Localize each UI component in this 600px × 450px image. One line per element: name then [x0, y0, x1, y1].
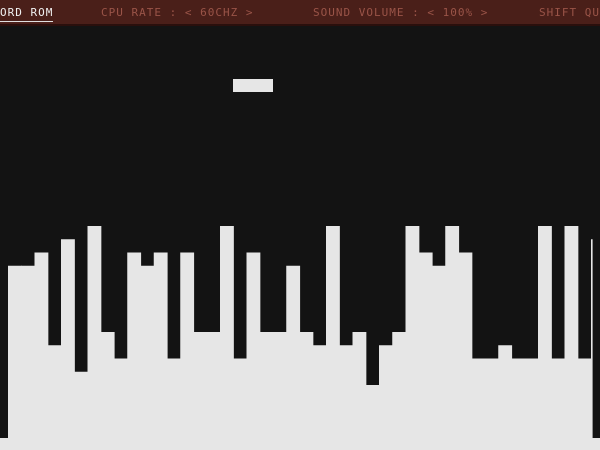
- building-column: [591, 239, 593, 438]
- ground-floor: [0, 438, 600, 450]
- building-column: [511, 358, 526, 438]
- building-column: [485, 358, 499, 438]
- building-column: [524, 358, 539, 438]
- building-column: [418, 252, 433, 438]
- building-column: [34, 252, 49, 438]
- building-column: [339, 345, 354, 438]
- building-column: [458, 252, 473, 438]
- building-column: [206, 332, 221, 438]
- shift-quirk-toggle[interactable]: SHIFT QU: [539, 6, 600, 20]
- building-column: [577, 358, 592, 438]
- cpu-rate-selector[interactable]: CPU RATE : < 60CHZ >: [101, 6, 253, 20]
- building-column: [220, 226, 234, 438]
- player-plane: [233, 79, 273, 92]
- building-column: [564, 226, 579, 438]
- building-column: [167, 358, 181, 438]
- building-column: [193, 332, 208, 438]
- load-rom-menu-item[interactable]: ORD ROM: [0, 6, 54, 22]
- building-column: [405, 226, 420, 438]
- building-column: [432, 265, 446, 438]
- game-display: [0, 26, 600, 450]
- building-column: [21, 265, 36, 438]
- building-column: [87, 226, 102, 438]
- building-column: [498, 345, 513, 438]
- building-column: [74, 371, 89, 438]
- building-column: [551, 358, 566, 438]
- building-column: [114, 358, 128, 438]
- game-canvas: [0, 26, 600, 450]
- building-column: [392, 332, 407, 438]
- building-column: [233, 358, 248, 438]
- building-column: [471, 358, 486, 438]
- building-column: [47, 345, 62, 438]
- building-column: [61, 239, 75, 438]
- sound-volume-selector[interactable]: SOUND VOLUME : < 100% >: [313, 6, 488, 20]
- building-column: [153, 252, 168, 438]
- emulator-window: ORD ROM CPU RATE : < 60CHZ > SOUND VOLUM…: [0, 0, 600, 450]
- building-column: [127, 252, 142, 438]
- building-column: [299, 332, 314, 438]
- building-column: [312, 345, 327, 438]
- building-column: [445, 226, 460, 438]
- building-column: [365, 385, 380, 438]
- building-column: [273, 332, 287, 438]
- building-column: [352, 332, 367, 438]
- building-column: [326, 226, 340, 438]
- building-column: [538, 226, 552, 438]
- building-column: [180, 252, 195, 438]
- building-column: [246, 252, 261, 438]
- building-column: [379, 345, 393, 438]
- building-column: [8, 265, 22, 438]
- building-column: [140, 265, 155, 438]
- building-column: [286, 265, 301, 438]
- building-column: [100, 332, 115, 438]
- building-column: [259, 332, 274, 438]
- emulator-settings-bar: ORD ROM CPU RATE : < 60CHZ > SOUND VOLUM…: [0, 0, 600, 26]
